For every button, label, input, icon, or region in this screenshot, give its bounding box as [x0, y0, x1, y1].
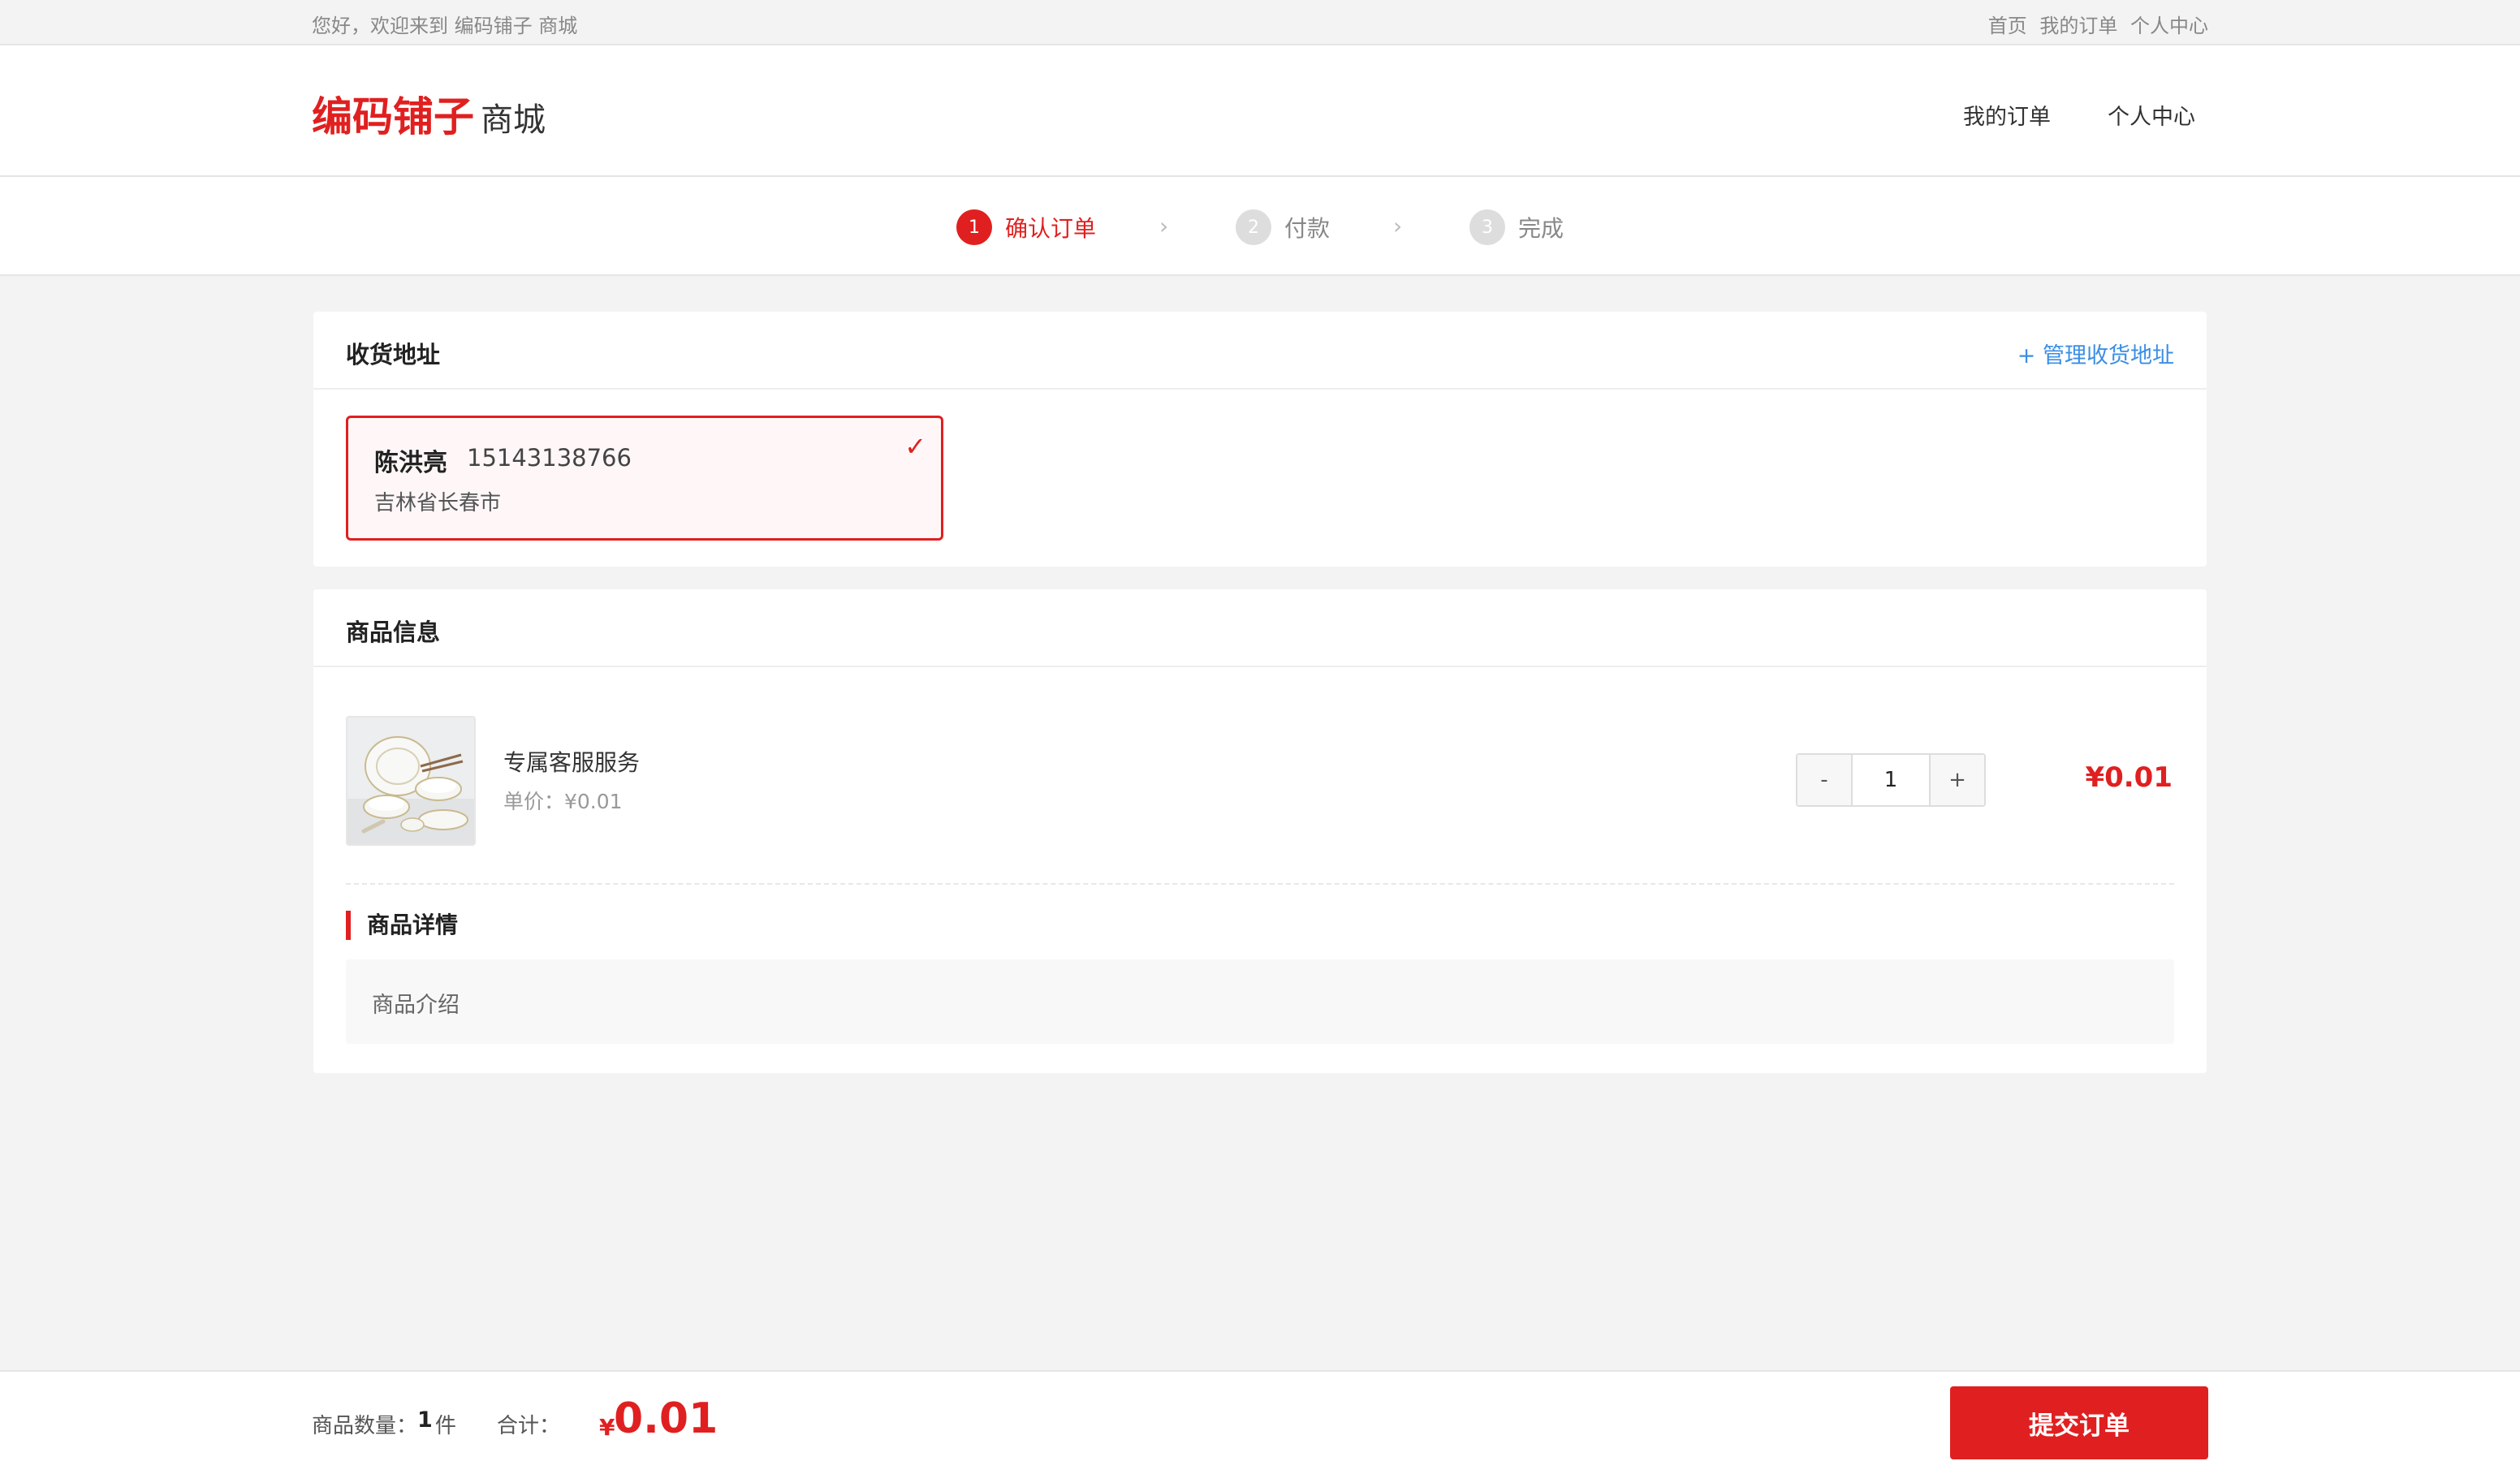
recipient-name: 陈洪亮 — [374, 449, 447, 477]
nav-user-center[interactable]: 个人中心 — [2108, 99, 2195, 131]
decrease-quantity-button[interactable]: - — [1797, 755, 1851, 805]
currency-symbol: ¥ — [599, 1414, 615, 1441]
logo-brand: 编码铺子 — [312, 93, 474, 140]
step-label: 完成 — [1518, 215, 1564, 242]
goods-card-header: 商品信息 — [313, 589, 2207, 667]
goods-section-title: 商品信息 — [346, 618, 441, 646]
top-utility-bar: 您好，欢迎来到 编码铺子 商城 首页 我的订单 个人中心 — [0, 0, 2520, 45]
order-footer-bar: 商品数量： 1 件 合计： ¥ 0.01 提交订单 — [0, 1370, 2520, 1474]
site-logo[interactable]: 编码铺子 商城 — [312, 84, 546, 143]
submit-order-button[interactable]: 提交订单 — [1950, 1386, 2208, 1459]
step-label: 付款 — [1284, 215, 1331, 242]
recipient-phone: 15143138766 — [467, 444, 632, 472]
increase-quantity-button[interactable]: + — [1931, 755, 1984, 805]
product-detail-title: 商品详情 — [346, 911, 458, 940]
logo-suffix: 商城 — [481, 101, 546, 139]
top-link-home[interactable]: 首页 — [1988, 15, 2027, 37]
site-header: 编码铺子 商城 我的订单 个人中心 — [0, 45, 2520, 177]
top-links: 首页 我的订单 个人中心 — [1982, 10, 2208, 38]
quantity-input[interactable]: 1 — [1851, 755, 1931, 805]
step-number: 2 — [1236, 209, 1271, 245]
item-count-unit: 件 — [435, 1414, 457, 1438]
product-subtotal: ¥0.01 — [2085, 761, 2173, 794]
checkout-steps: 1 确认订单 › 2 付款 › 3 完成 — [0, 177, 2520, 276]
goods-card: 商品信息 专属客服服务 单价：¥0.01 - 1 + ¥0.01 商品详情 商品… — [313, 589, 2207, 1073]
item-count-value: 1 — [417, 1407, 433, 1433]
step-complete: 3 完成 — [1469, 209, 1564, 245]
chevron-right-icon: › — [1393, 213, 1403, 239]
step-payment: 2 付款 — [1236, 209, 1330, 245]
manage-address-link[interactable]: + 管理收货地址 — [2017, 338, 2174, 369]
step-number: 3 — [1469, 209, 1505, 245]
address-line: 吉林省长春市 — [374, 491, 502, 515]
top-link-my-orders[interactable]: 我的订单 — [2039, 15, 2117, 37]
tableware-image-icon — [347, 718, 474, 844]
address-card-header: 收货地址 + 管理收货地址 — [313, 312, 2207, 390]
quantity-stepper: - 1 + — [1796, 753, 1986, 807]
chevron-right-icon: › — [1159, 213, 1169, 239]
product-description: 商品介绍 — [372, 993, 460, 1018]
total-label: 合计： — [497, 1414, 561, 1438]
divider — [346, 883, 2174, 885]
address-card: 收货地址 + 管理收货地址 陈洪亮 15143138766 吉林省长春市 ✓ — [313, 312, 2207, 567]
welcome-text: 您好，欢迎来到 编码铺子 商城 — [312, 15, 578, 37]
address-section-title: 收货地址 — [346, 341, 441, 368]
product-thumbnail[interactable] — [346, 716, 476, 846]
step-label: 确认订单 — [1005, 215, 1097, 242]
total-amount: 0.01 — [614, 1394, 718, 1443]
step-confirm-order: 1 确认订单 — [956, 209, 1096, 245]
product-unit-price: 单价：¥0.01 — [503, 790, 623, 813]
checkmark-icon: ✓ — [904, 431, 926, 462]
product-name[interactable]: 专属客服服务 — [503, 745, 640, 778]
selected-address[interactable]: 陈洪亮 15143138766 吉林省长春市 ✓ — [346, 416, 943, 541]
step-number: 1 — [956, 209, 992, 245]
item-count-label: 商品数量： — [312, 1414, 418, 1438]
top-link-user-center[interactable]: 个人中心 — [2130, 15, 2208, 37]
product-detail-box: 商品介绍 — [346, 959, 2174, 1044]
nav-my-orders[interactable]: 我的订单 — [1963, 99, 2051, 131]
